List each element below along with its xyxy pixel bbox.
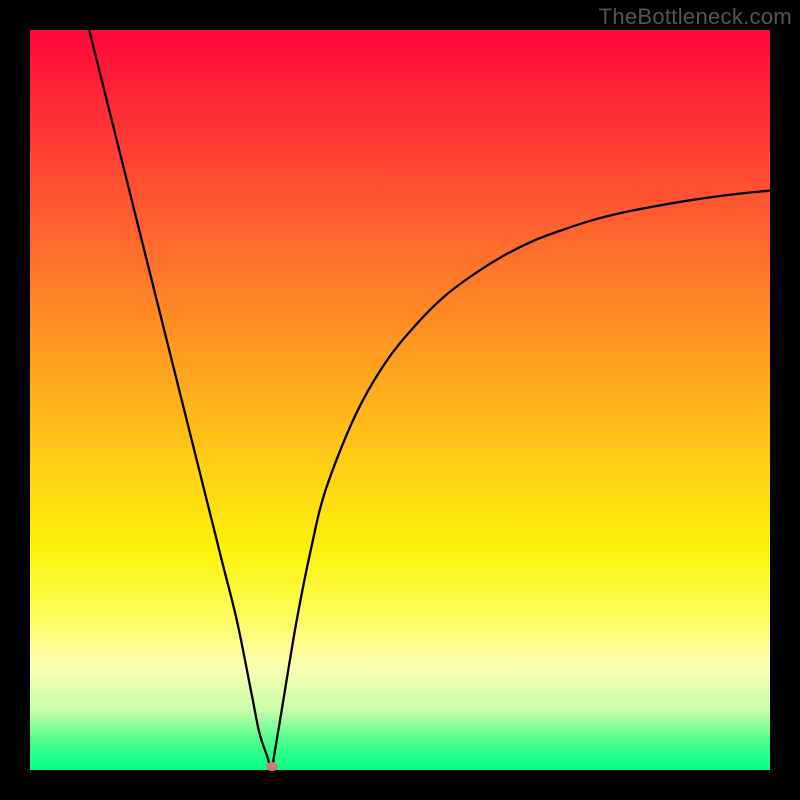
chart-container: TheBottleneck.com — [0, 0, 800, 800]
plot-area — [30, 30, 770, 770]
watermark-label: TheBottleneck.com — [599, 4, 792, 30]
bottleneck-curve — [30, 30, 770, 770]
